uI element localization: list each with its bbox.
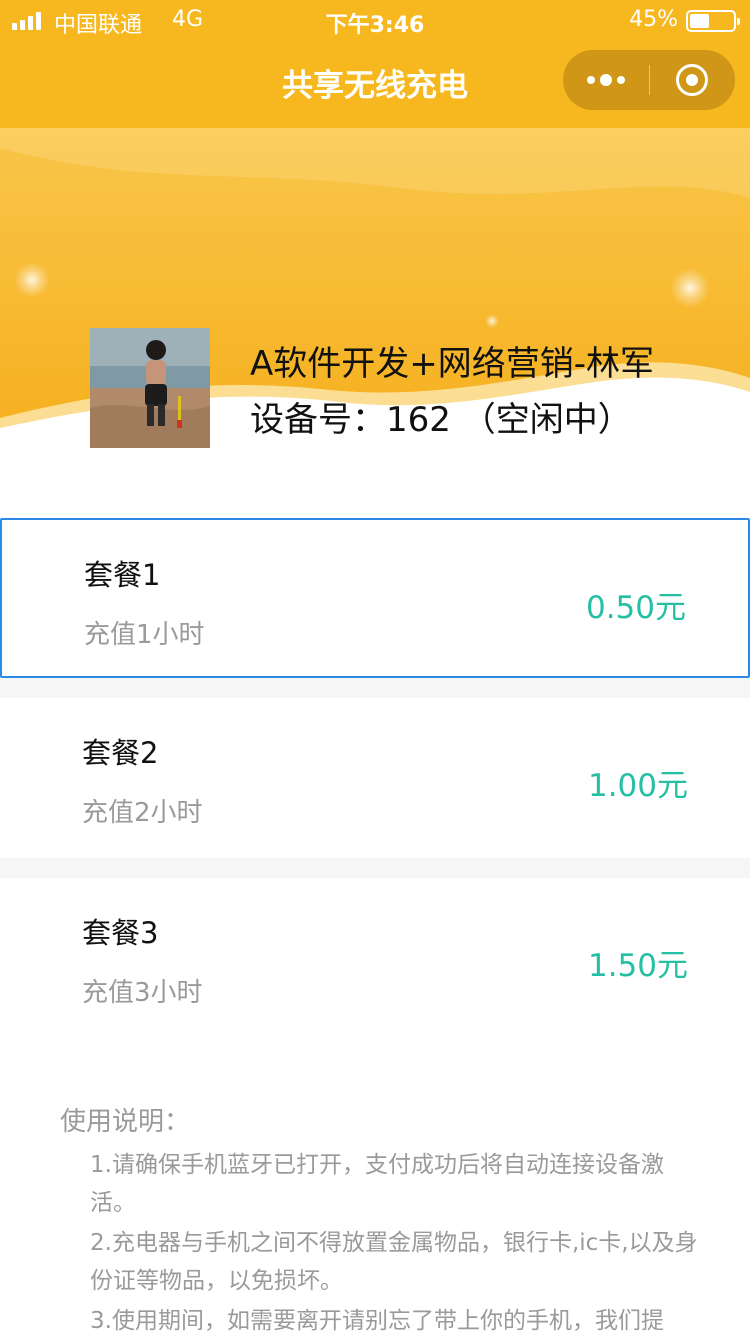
package-description: 充值2小时: [82, 798, 203, 828]
package-name: 套餐1: [84, 558, 161, 592]
top-bar: 中国联通 4G 下午3:46 45% 共享无线充电: [0, 0, 750, 128]
mini-program-capsule: [563, 50, 735, 110]
divider: [0, 678, 750, 698]
instruction-item: 3.使用期间，如需要离开请别忘了带上你的手机，我们提: [90, 1308, 664, 1334]
package-price: 1.00元: [587, 768, 688, 804]
status-bar: 中国联通 4G 下午3:46 45%: [0, 0, 750, 42]
device-banner: [0, 128, 750, 508]
battery-icon: [686, 10, 740, 32]
package-option-2[interactable]: 套餐2 充值2小时 1.00元: [0, 698, 750, 858]
package-name: 套餐2: [82, 736, 159, 770]
instruction-item: 2.充电器与手机之间不得放置金属物品，银行卡,ic卡,以及身份证等物品，以免损坏…: [90, 1230, 698, 1294]
package-name: 套餐3: [82, 916, 159, 950]
instruction-item: 1.请确保手机蓝牙已打开，支付成功后将自动连接设备激活。: [90, 1152, 664, 1216]
usage-instructions: 使用说明： 1.请确保手机蓝牙已打开，支付成功后将自动连接设备激活。 2.充电器…: [60, 1104, 700, 1334]
more-dots-icon[interactable]: [563, 50, 649, 110]
banner-wave-background: [0, 128, 750, 508]
instructions-title: 使用说明：: [60, 1107, 191, 1137]
package-option-3[interactable]: 套餐3 充值3小时 1.50元: [0, 878, 750, 1038]
battery-percent: 45%: [629, 7, 678, 32]
device-number-status: 设备号：162 （空闲中）: [250, 400, 632, 440]
package-price: 1.50元: [587, 948, 688, 984]
package-description: 充值1小时: [84, 620, 205, 650]
instructions-list: 1.请确保手机蓝牙已打开，支付成功后将自动连接设备激活。 2.充电器与手机之间不…: [60, 1146, 700, 1334]
package-option-1[interactable]: 套餐1 充值1小时 0.50元: [0, 518, 750, 678]
divider: [0, 858, 750, 878]
battery-fill: [690, 14, 709, 28]
package-price: 0.50元: [585, 590, 686, 626]
target-close-icon[interactable]: [676, 64, 708, 96]
device-avatar: [90, 328, 210, 448]
capsule-divider: [649, 65, 650, 95]
device-name: A软件开发+网络营销-林军: [250, 344, 655, 384]
package-description: 充值3小时: [82, 978, 203, 1008]
